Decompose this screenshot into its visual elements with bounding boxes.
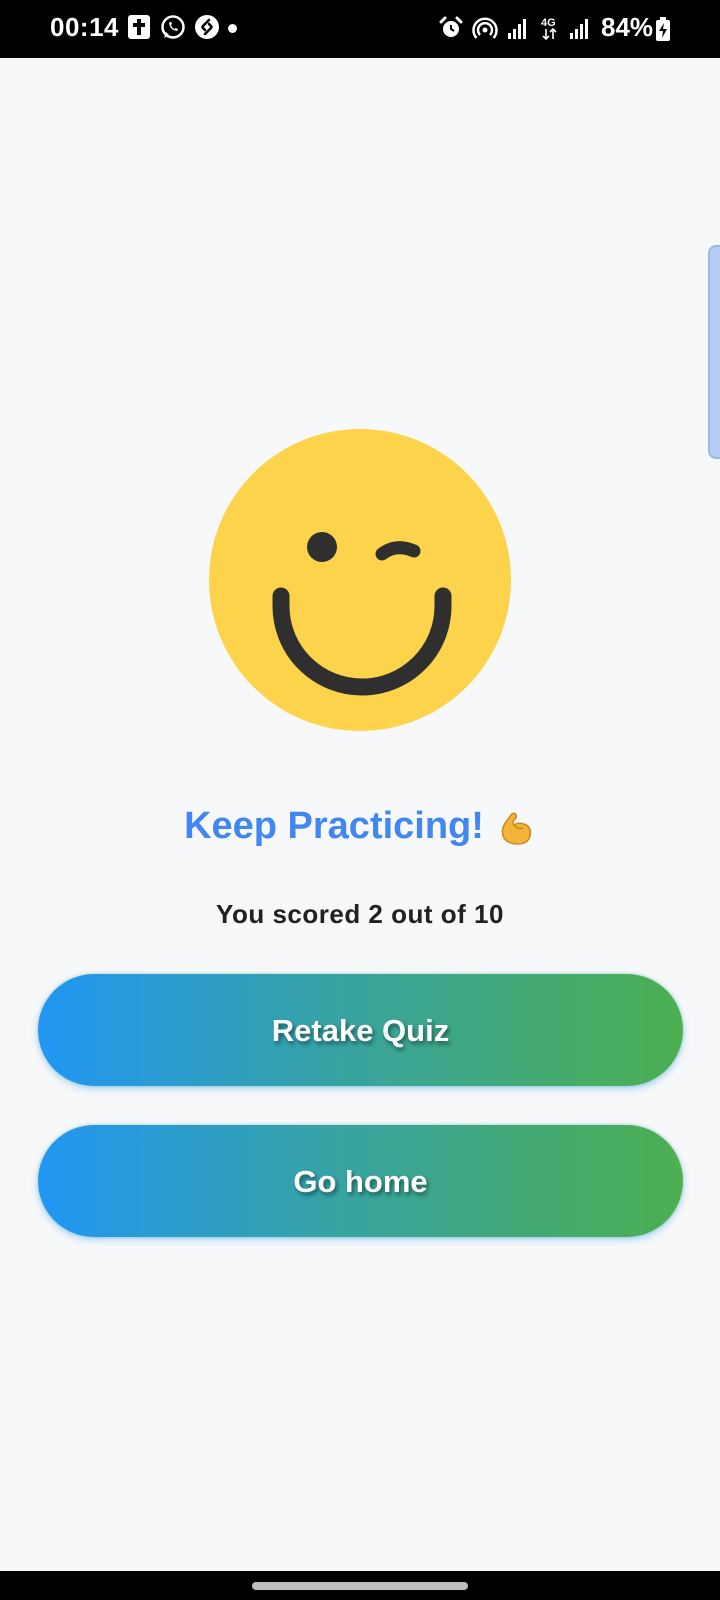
edge-panel-handle[interactable] [708, 245, 720, 459]
svg-text:4G: 4G [541, 17, 556, 29]
alarm-icon [438, 15, 464, 41]
whatsapp-icon [160, 14, 186, 40]
home-gesture-handle[interactable] [252, 1582, 468, 1590]
score-text: You scored 2 out of 10 [216, 899, 504, 929]
status-notification-icons [126, 14, 220, 40]
result-headline: Keep Practicing! [0, 805, 720, 848]
bible-app-icon [126, 14, 152, 40]
network-type-icon: 4G [540, 15, 560, 41]
status-time: 00:14 [50, 12, 119, 42]
winking-face-icon [209, 429, 511, 731]
battery-percentage: 84% [601, 12, 654, 42]
hotspot-icon [472, 15, 498, 41]
shazam-icon [194, 14, 220, 40]
signal-icon [506, 15, 532, 41]
signal-icon [568, 15, 594, 41]
battery-charging-icon [655, 17, 671, 46]
status-bar: 00:14 4G 84% [0, 0, 720, 58]
flexed-biceps-icon [496, 808, 536, 848]
navigation-bar [0, 1571, 720, 1600]
go-home-button[interactable]: Go home [38, 1125, 683, 1237]
notification-dot [228, 24, 237, 33]
status-system-icons: 4G [438, 15, 594, 41]
headline-text: Keep Practicing! [184, 805, 484, 847]
retake-quiz-button[interactable]: Retake Quiz [38, 974, 683, 1086]
quiz-result-screen: 00:14 4G 84% Keep Practicing! You scored… [0, 0, 720, 1600]
